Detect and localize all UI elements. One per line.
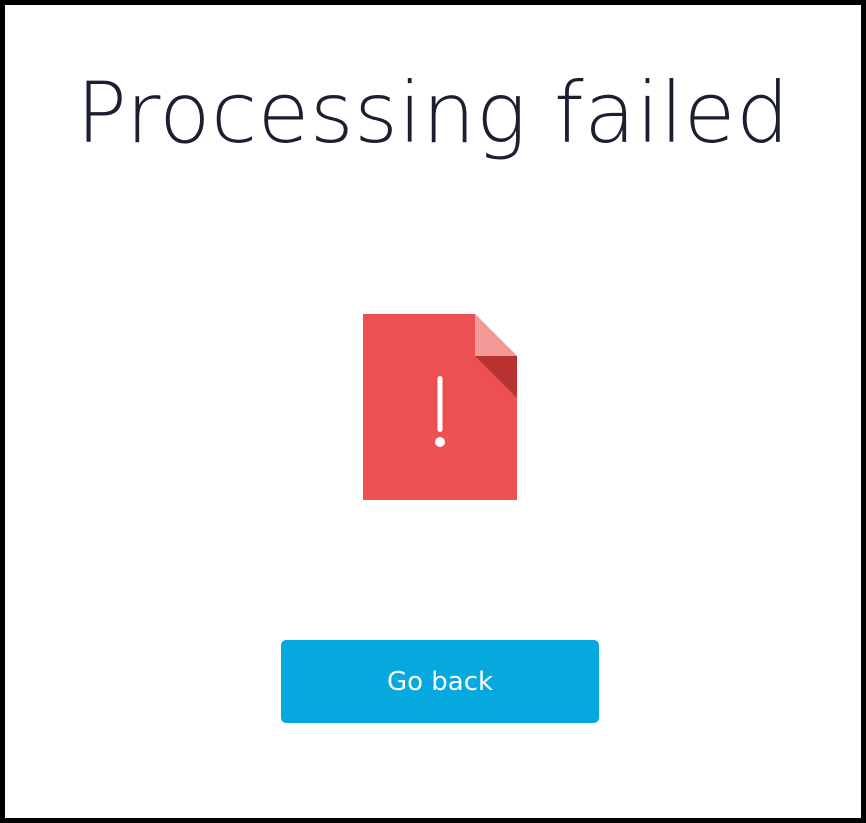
exclamation-dot <box>435 437 445 447</box>
file-fold-light <box>475 314 517 356</box>
file-error-icon-svg <box>363 314 517 500</box>
go-back-button[interactable]: Go back <box>281 640 599 723</box>
file-error-icon <box>363 314 517 500</box>
page-title: Processing failed <box>76 64 790 162</box>
dialog-frame: Processing failed Go back <box>0 0 866 823</box>
exclamation-bar <box>437 376 443 432</box>
